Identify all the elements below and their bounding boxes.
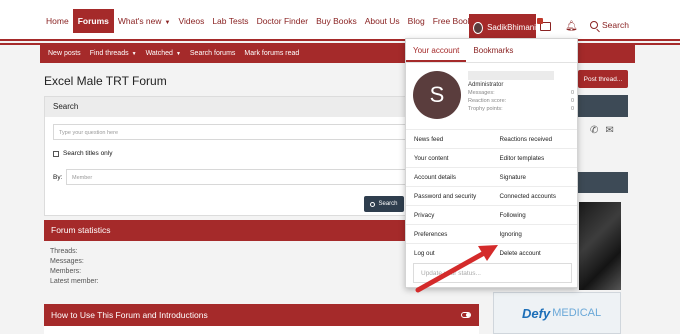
menu-link-editor-templates[interactable]: Editor templates — [492, 155, 578, 162]
chevron-down-icon: ▼ — [131, 50, 137, 57]
menu-row: Preferences Ignoring — [406, 224, 577, 243]
by-label: By: — [53, 174, 63, 181]
titles-only-label: Search titles only — [63, 150, 113, 157]
menu-link-privacy[interactable]: Privacy — [406, 212, 492, 219]
advertisement-image[interactable] — [579, 202, 621, 290]
menu-link-connected-accounts[interactable]: Connected accounts — [492, 193, 578, 200]
stat-messages: Messages: — [50, 258, 84, 265]
stat-label: Trophy points: — [468, 106, 503, 112]
ad-brand: Defy — [522, 305, 551, 321]
menu-link-news-feed[interactable]: News feed — [406, 136, 492, 143]
sidebar-block-header — [576, 95, 628, 117]
share-icons: ✆ ✉ — [590, 125, 614, 136]
stat-latest-member: Latest member: — [50, 278, 99, 285]
collapse-toggle-icon[interactable] — [461, 312, 471, 318]
page-title: Excel Male TRT Forum — [44, 74, 167, 88]
tab-your-account[interactable]: Your account — [406, 39, 467, 62]
menu-link-password-security[interactable]: Password and security — [406, 193, 492, 200]
subnav-find-threads[interactable]: Find threads ▼ — [90, 50, 137, 57]
stat-trophy-points: Trophy points: 0 — [468, 106, 574, 112]
tab-blog[interactable]: Blog — [404, 9, 429, 33]
username: SadikBhimani — [487, 23, 536, 32]
intro-category-header[interactable]: How to Use This Forum and Introductions — [44, 304, 479, 326]
menu-link-log-out[interactable]: Log out — [406, 250, 492, 257]
tab-buy-books[interactable]: Buy Books — [312, 9, 361, 33]
menu-link-delete-account[interactable]: Delete account — [492, 250, 578, 257]
intro-category-title: How to Use This Forum and Introductions — [51, 310, 208, 320]
defy-medical-ad[interactable]: Defy MEDICAL — [493, 292, 621, 334]
status-update-input[interactable]: Update your status... — [413, 263, 572, 283]
subnav-search-forums[interactable]: Search forums — [190, 50, 236, 57]
subnav-find-threads-label: Find threads — [89, 49, 129, 57]
account-menu: Your account Bookmarks S Administrator M… — [405, 38, 578, 288]
account-profile: S Administrator Messages: 0 Reaction sco… — [413, 71, 574, 119]
subnav-watched[interactable]: Watched ▼ — [146, 50, 181, 57]
stat-value: 0 — [570, 106, 574, 112]
account-menu-tabs: Your account Bookmarks — [406, 39, 577, 63]
profile-role: Administrator — [468, 82, 504, 88]
subnav-watched-label: Watched — [145, 49, 173, 57]
account-menu-links: News feed Reactions received Your conten… — [406, 129, 577, 262]
forum-statistics-list: Threads: Messages: Members: Latest membe… — [50, 247, 99, 287]
menu-row: Log out Delete account — [406, 243, 577, 262]
sidebar-block-header-2 — [576, 172, 628, 193]
nav-underline-right — [635, 43, 680, 45]
stat-messages: Messages: 0 — [468, 90, 574, 96]
nav-tabs: Home Forums What's new ▼ Videos Lab Tests… — [42, 9, 512, 33]
nav-underline-left — [0, 43, 40, 45]
tab-whats-new[interactable]: What's new ▼ — [114, 9, 175, 33]
post-thread-button[interactable]: Post thread... — [578, 70, 628, 88]
menu-link-your-content[interactable]: Your content — [406, 155, 492, 162]
search-button[interactable]: Search — [590, 20, 629, 30]
intro-category-body — [44, 326, 479, 334]
menu-link-ignoring[interactable]: Ignoring — [492, 231, 578, 238]
menu-link-reactions-received[interactable]: Reactions received — [492, 136, 578, 143]
menu-link-account-details[interactable]: Account details — [406, 174, 492, 181]
chevron-down-icon[interactable]: ▼ — [165, 20, 171, 26]
tab-lab-tests[interactable]: Lab Tests — [208, 9, 252, 33]
search-icon — [370, 201, 376, 207]
email-icon[interactable]: ✉ — [605, 125, 613, 136]
stat-reaction-score: Reaction score: 0 — [468, 98, 574, 104]
menu-link-signature[interactable]: Signature — [492, 174, 578, 181]
bell-icon[interactable]: 🔔︎ — [565, 21, 578, 32]
stat-label: Messages: — [468, 90, 495, 96]
menu-link-following[interactable]: Following — [492, 212, 578, 219]
stat-value: 0 — [570, 90, 574, 96]
menu-row: News feed Reactions received — [406, 129, 577, 148]
ad-brand-suffix: MEDICAL — [552, 307, 602, 319]
menu-row: Password and security Connected accounts — [406, 186, 577, 205]
chevron-down-icon: ▼ — [175, 50, 181, 57]
tab-whats-new-label: What's new — [117, 16, 162, 26]
tab-videos[interactable]: Videos — [174, 9, 208, 33]
stat-members: Members: — [50, 268, 82, 275]
tab-forums[interactable]: Forums — [72, 9, 114, 33]
search-icon — [590, 21, 598, 29]
search-submit-button[interactable]: Search — [364, 196, 404, 212]
tab-bookmarks[interactable]: Bookmarks — [466, 39, 520, 62]
inbox-icon[interactable] — [537, 18, 551, 31]
menu-row: Privacy Following — [406, 205, 577, 224]
top-navigation: Home Forums What's new ▼ Videos Lab Tests… — [0, 0, 680, 41]
tab-about-us[interactable]: About Us — [361, 9, 404, 33]
subnav-new-posts[interactable]: New posts — [48, 50, 81, 57]
menu-row: Your content Editor templates — [406, 148, 577, 167]
profile-name-bar — [468, 71, 554, 80]
search-label: Search — [602, 20, 629, 30]
whatsapp-icon[interactable]: ✆ — [590, 125, 598, 136]
checkbox-icon — [53, 150, 59, 157]
menu-row: Account details Signature — [406, 167, 577, 186]
stat-threads: Threads: — [50, 248, 78, 255]
tab-doctor-finder[interactable]: Doctor Finder — [253, 9, 313, 33]
avatar — [473, 21, 484, 34]
search-submit-label: Search — [378, 201, 398, 207]
avatar[interactable]: S — [413, 71, 461, 119]
subnav-mark-forums-read[interactable]: Mark forums read — [244, 50, 299, 57]
stat-label: Reaction score: — [468, 98, 507, 104]
tab-home[interactable]: Home — [42, 9, 73, 33]
stat-value: 0 — [570, 98, 574, 104]
titles-only-checkbox[interactable]: Search titles only — [53, 150, 113, 157]
menu-link-preferences[interactable]: Preferences — [406, 231, 492, 238]
user-menu-tab[interactable]: SadikBhimani — [469, 14, 536, 41]
